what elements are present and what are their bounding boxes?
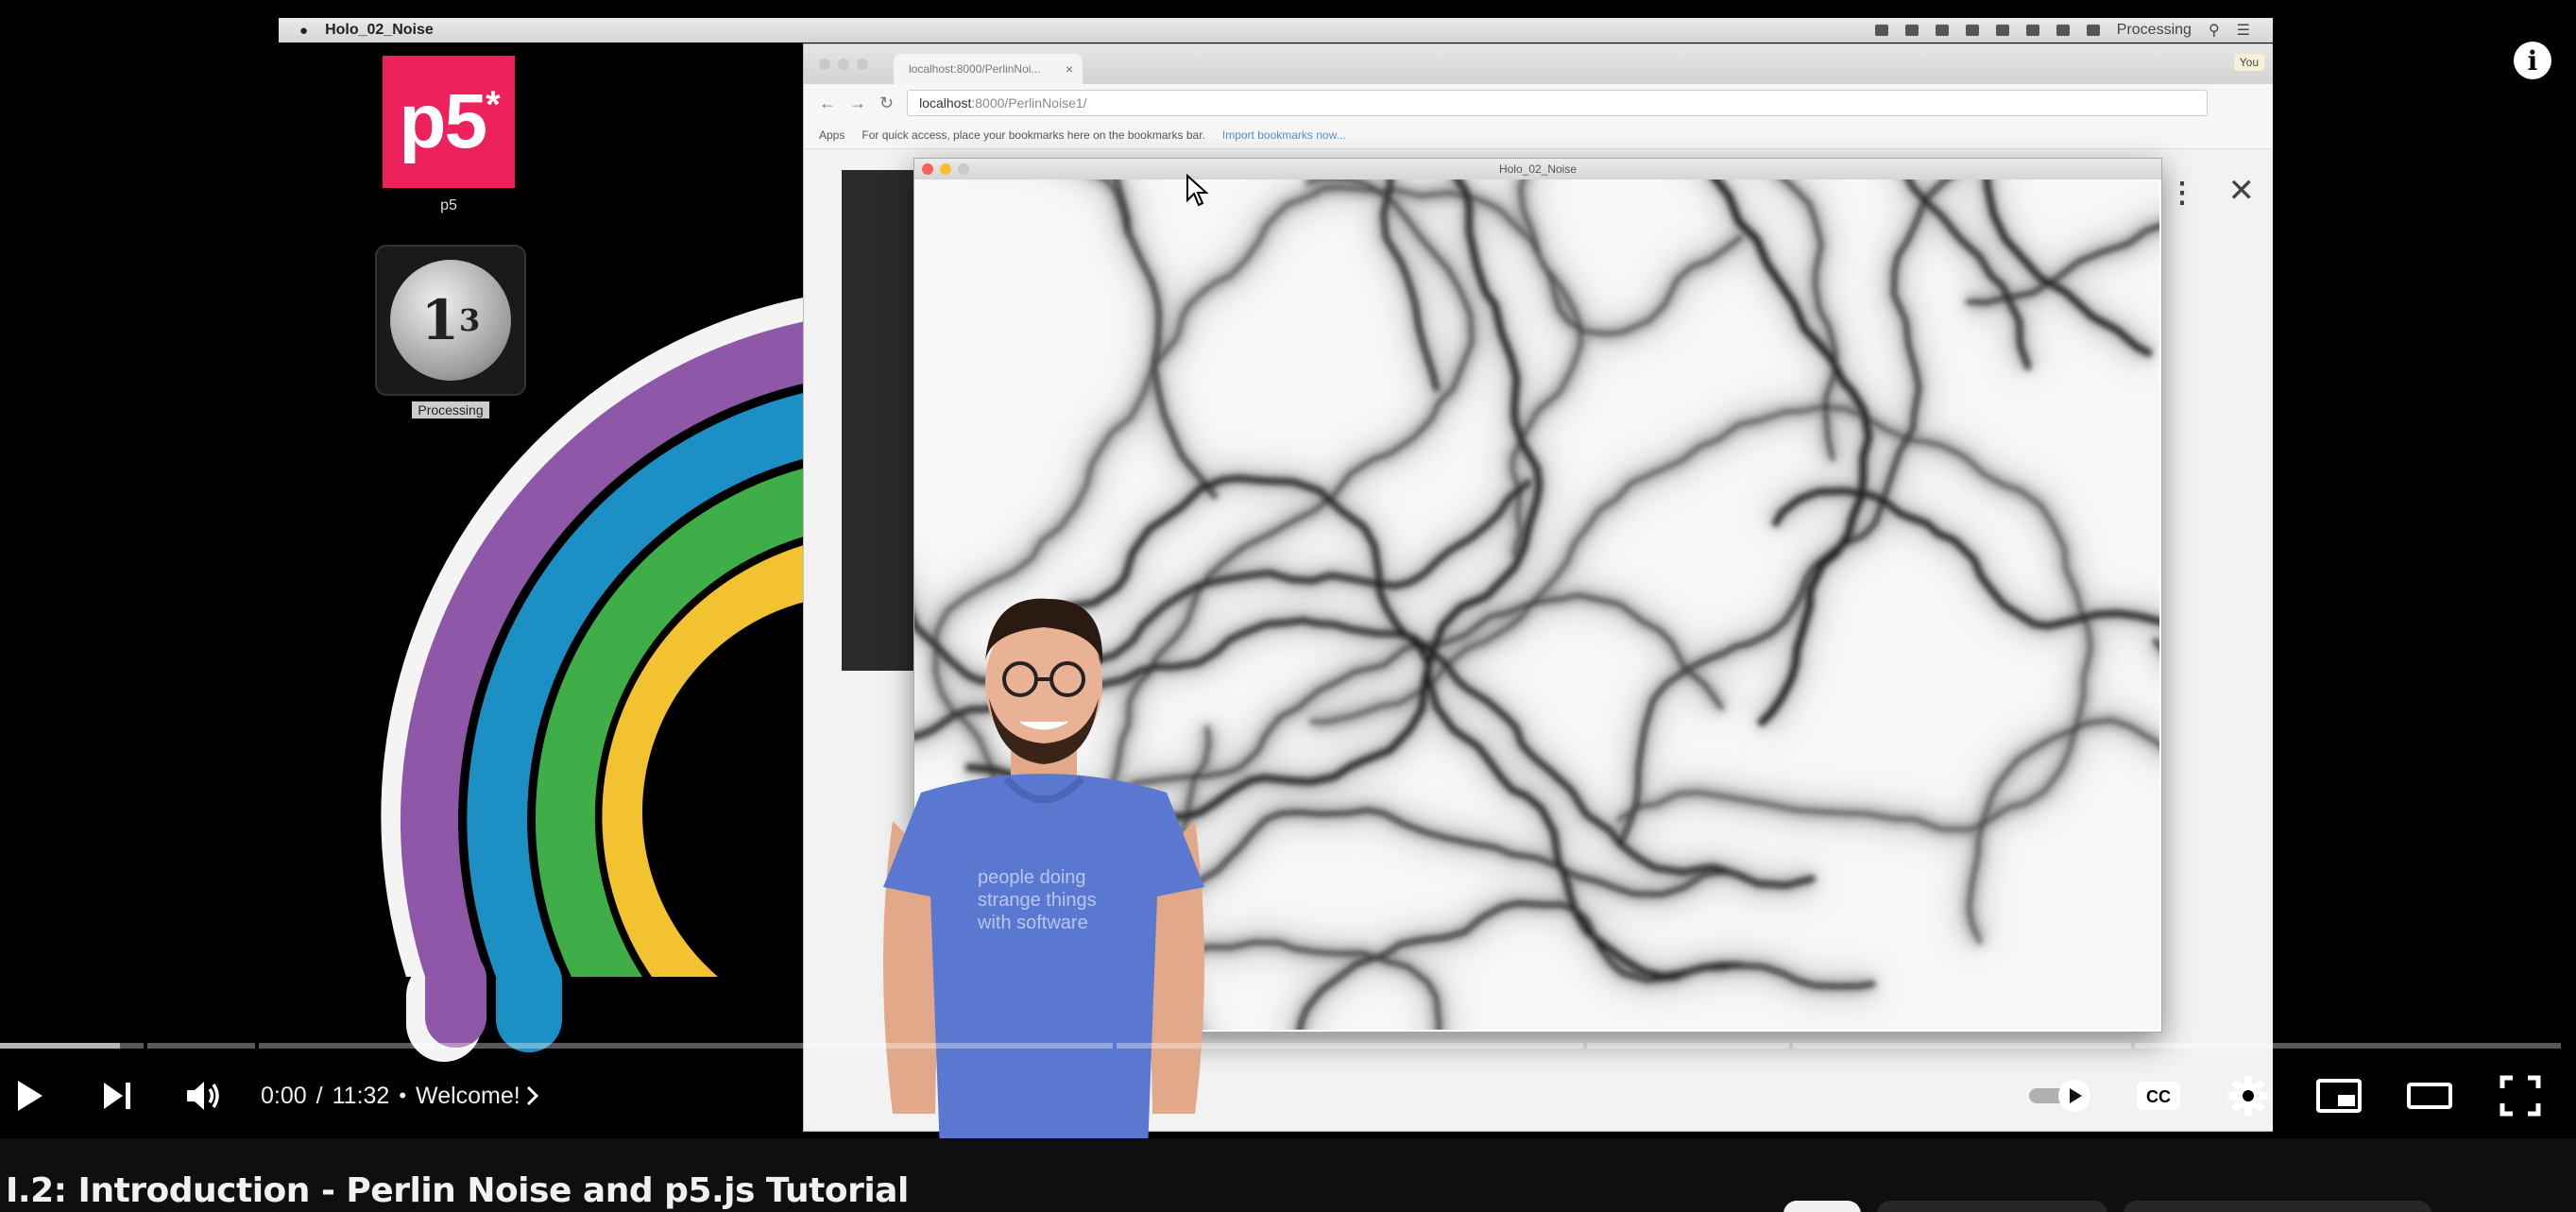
duration: 11:32 <box>332 1082 390 1109</box>
subtitles-button[interactable]: CC <box>2130 1067 2187 1124</box>
action-chip[interactable] <box>1783 1201 1861 1212</box>
bookmarks-hint: For quick access, place your bookmarks h… <box>862 128 1205 142</box>
chapter-segment[interactable] <box>147 1043 255 1049</box>
reload-icon: ↻ <box>879 93 895 112</box>
chapter-segment[interactable] <box>1117 1043 1583 1049</box>
sketch-traffic-lights <box>922 163 969 175</box>
video-info: I.2: Introduction - Perlin Noise and p5.… <box>0 1138 2576 1212</box>
chapter-segment[interactable] <box>2135 1043 2561 1049</box>
svg-text:CC: CC <box>2146 1087 2171 1106</box>
spotlight-icon: ⚲ <box>2208 23 2220 39</box>
chevron-right-icon <box>526 1085 538 1106</box>
closed-captions-icon: CC <box>2137 1082 2180 1110</box>
close-light-icon <box>922 163 933 175</box>
chapter-segment[interactable] <box>259 1043 436 1049</box>
gear-icon <box>2228 1076 2268 1116</box>
settings-button[interactable] <box>2220 1067 2277 1124</box>
current-time: 0:00 <box>261 1082 307 1109</box>
info-button[interactable]: i <box>2514 42 2551 79</box>
video-frame: ● Holo_02_Noise Processing ⚲ ☰ p5 * p5 1… <box>279 18 2273 1138</box>
close-tab-icon: × <box>1065 61 1073 77</box>
autoplay-toggle-icon <box>2029 1080 2090 1112</box>
action-chip[interactable] <box>1877 1201 2107 1212</box>
sketch-titlebar: Holo_02_Noise <box>914 159 2161 179</box>
desktop-icon-p5: p5 * p5 <box>383 56 515 214</box>
youtube-watch-page: ● Holo_02_Noise Processing ⚲ ☰ p5 * p5 1… <box>0 0 2576 1212</box>
bookmarks-import-link: Import bookmarks now... <box>1221 128 1346 142</box>
forward-arrow-icon: → <box>849 93 866 112</box>
wifi-icon <box>2025 25 2039 36</box>
browser-address-bar: localhost:8000/PerlinNoise1/ <box>907 90 2208 116</box>
url-host: localhost <box>919 95 972 111</box>
mac-menubar: ● Holo_02_Noise Processing ⚲ ☰ <box>279 18 2273 43</box>
browser-tabbar: localhost:8000/PerlinNoi... × You <box>804 44 2273 84</box>
bookmarks-apps: Apps <box>819 128 845 142</box>
video-player[interactable]: ● Holo_02_Noise Processing ⚲ ☰ p5 * p5 1… <box>0 0 2576 1138</box>
mouse-cursor-icon <box>1186 174 1209 207</box>
shirt-text-1: people doing <box>978 867 1086 888</box>
url-path: :8000/PerlinNoise1/ <box>971 95 1087 111</box>
p5-icon-label: p5 <box>440 197 457 213</box>
battery-icon <box>2086 25 2100 36</box>
apple-icon: ● <box>299 22 309 39</box>
time-separator: / <box>316 1082 323 1109</box>
notification-center-icon: ☰ <box>2236 23 2250 39</box>
miniplayer-button[interactable] <box>2311 1067 2367 1124</box>
play-icon <box>18 1081 43 1111</box>
play-button[interactable] <box>4 1067 57 1124</box>
p5-logo-icon: p5 * <box>383 56 515 188</box>
progress-bar[interactable] <box>0 1043 2561 1049</box>
close-icon: ✕ <box>2227 173 2256 209</box>
theater-mode-button[interactable] <box>2401 1067 2458 1124</box>
video-title: I.2: Introduction - Perlin Noise and p5.… <box>6 1171 909 1210</box>
dropbox-icon <box>1904 25 1919 36</box>
menubar-right-app: Processing <box>2116 22 2192 38</box>
shirt-text-2: strange things <box>978 890 1097 911</box>
back-arrow-icon: ← <box>819 93 836 112</box>
browser-toolbar: ← → ↻ localhost:8000/PerlinNoise1/ <box>804 84 2273 122</box>
volume-icon <box>2056 25 2070 36</box>
bookmarks-bar: Apps For quick access, place your bookma… <box>804 122 2273 149</box>
mute-button[interactable] <box>178 1067 230 1124</box>
chapter-button[interactable]: Welcome! <box>416 1083 539 1110</box>
menubar-app-name: Holo_02_Noise <box>325 22 434 38</box>
display-icon <box>1935 25 1949 36</box>
clock-icon <box>1965 25 1979 36</box>
autoplay-toggle[interactable] <box>2026 1067 2100 1124</box>
browser-traffic-lights <box>819 59 868 70</box>
chapter-dot: • <box>399 1084 407 1107</box>
player-controls: 0:00 / 11:32 • Welcome! CC <box>0 1067 2576 1124</box>
bluetooth-icon <box>1995 25 2009 36</box>
shirt-text-3: with software <box>977 913 1088 933</box>
theater-mode-icon <box>2407 1083 2452 1109</box>
browser-user-chip: You <box>2233 54 2264 71</box>
more-vert-icon: ⋮ <box>2168 178 2196 209</box>
progress-played <box>0 1043 120 1049</box>
chapter-title: Welcome! <box>416 1082 520 1109</box>
zoom-light-icon <box>958 163 969 175</box>
fullscreen-icon <box>2499 1075 2541 1117</box>
browser-tab: localhost:8000/PerlinNoi... × <box>894 54 1083 84</box>
sketch-window-title: Holo_02_Noise <box>1498 162 1578 176</box>
minimize-light-icon <box>940 163 951 175</box>
next-button[interactable] <box>91 1067 144 1124</box>
browser-tab-title: localhost:8000/PerlinNoi... <box>909 62 1041 76</box>
volume-icon <box>187 1082 219 1110</box>
chapter-segment[interactable] <box>1587 1043 1789 1049</box>
fullscreen-button[interactable] <box>2492 1067 2549 1124</box>
skip-next-icon <box>104 1083 130 1109</box>
menubar-status-icons: Processing ⚲ ☰ <box>1874 21 2250 40</box>
status-icon <box>1874 25 1888 36</box>
chapter-segment[interactable] <box>1793 1043 2131 1049</box>
time-display: 0:00 / 11:32 • Welcome! <box>261 1067 539 1124</box>
chapter-segment[interactable] <box>440 1043 1113 1049</box>
action-chip[interactable] <box>2124 1201 2431 1212</box>
miniplayer-icon <box>2316 1079 2362 1113</box>
presenter-figure: people doing strange things with softwar… <box>883 598 1204 1138</box>
